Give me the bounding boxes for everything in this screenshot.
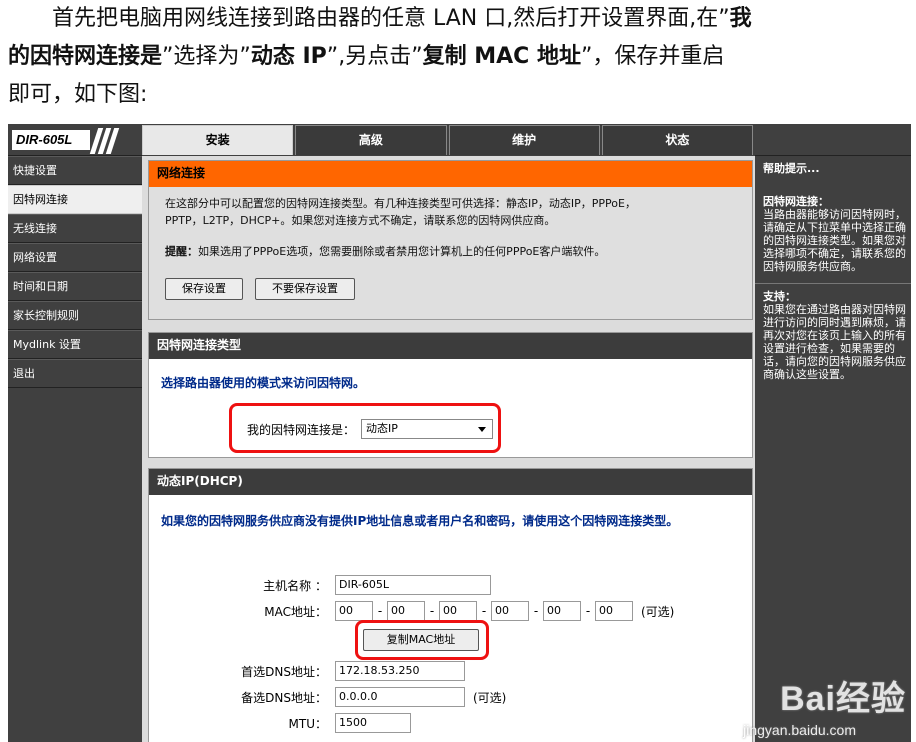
mac-separator: - (377, 604, 383, 618)
article-bold-copy-mac: 复制 MAC 地址 (422, 44, 581, 69)
tab-advanced[interactable]: 高级 (295, 125, 447, 155)
sidebar-item-quick-setup[interactable]: 快捷设置 (8, 156, 142, 185)
dynamic-ip-title: 动态IP(DHCP) (149, 469, 752, 495)
article-line-2: 的因特网连接是”选择为”动态 IP”,另点击”复制 MAC 地址”，保存并重启 (8, 38, 908, 76)
dynamic-ip-body: 如果您的因特网服务供应商没有提供IP地址信息或者用户名和密码，请使用这个因特网连… (149, 495, 752, 530)
sidebar-item-network[interactable]: 网络设置 (8, 243, 142, 272)
watermark-url: jingyan.baidu.com (743, 722, 856, 738)
connection-type-body: 选择路由器使用的模式来访问因特网。 (149, 359, 752, 392)
network-panel-body: 在这部分中可以配置您的因特网连接类型。有几种连接类型可供选择：静态IP，动态IP… (149, 187, 752, 300)
mtu-input[interactable]: 1500 (335, 713, 411, 733)
mac-separator: - (533, 604, 539, 618)
host-name-input[interactable]: DIR-605L (335, 575, 491, 595)
warning-label: 提醒： (165, 245, 198, 258)
connection-type-highlight (229, 403, 501, 453)
mac-address-label: MAC地址： (264, 604, 327, 619)
network-desc-line-1: 在这部分中可以配置您的因特网连接类型。有几种连接类型可供选择：静态IP，动态IP… (165, 197, 636, 210)
tab-setup[interactable]: 安装 (142, 125, 294, 155)
article-line1-text: 首先把电脑用网线连接到路由器的任意 LAN 口,然后打开设置界面,在” (52, 6, 730, 31)
tab-status[interactable]: 状态 (601, 125, 753, 155)
dont-save-settings-button[interactable]: 不要保存设置 (255, 278, 355, 300)
save-settings-button[interactable]: 保存设置 (165, 278, 243, 300)
router-admin-screenshot: DIR-605L 安装 高级 维护 状态 快捷设置 因特网连接 无线连接 网络设… (8, 124, 911, 742)
mtu-label: MTU： (288, 716, 327, 731)
dlink-model-logo: DIR-605L (12, 130, 90, 150)
mac-octet-4-input[interactable]: 00 (491, 601, 529, 621)
network-panel-title: 网络连接 (149, 161, 752, 187)
sidebar-item-wireless[interactable]: 无线连接 (8, 214, 142, 243)
tab-maintenance[interactable]: 维护 (448, 125, 600, 155)
warning-text: 如果选用了PPPoE选项，您需要删除或者禁用您计算机上的任何PPPoE客户端软件… (198, 245, 606, 258)
mac-separator: - (585, 604, 591, 618)
network-connection-panel: 网络连接 在这部分中可以配置您的因特网连接类型。有几种连接类型可供选择：静态IP… (148, 160, 753, 320)
mac-octet-1-input[interactable]: 00 (335, 601, 373, 621)
sidebar-item-time[interactable]: 时间和日期 (8, 272, 142, 301)
host-name-row: 主机名称 ： DIR-605L (229, 575, 491, 595)
connection-type-title: 因特网连接类型 (149, 333, 752, 359)
dynamic-ip-panel: 动态IP(DHCP) 如果您的因特网服务供应商没有提供IP地址信息或者用户名和密… (148, 468, 753, 742)
article-text-fragment: ”选择为” (162, 44, 251, 69)
help-support-text: 如果您在通过路由器对因特网进行访问的同时遇到麻烦，请再次对您在该页上输入的所有设… (763, 303, 906, 381)
connection-type-panel: 因特网连接类型 选择路由器使用的模式来访问因特网。 我的因特网连接是： 动态IP (148, 332, 753, 458)
top-navigation-filler (755, 124, 911, 156)
network-buttons: 保存设置 不要保存设置 (165, 278, 736, 300)
top-navigation: 安装 高级 维护 状态 (142, 124, 755, 156)
mac-separator: - (481, 604, 487, 618)
connection-type-prompt: 选择路由器使用的模式来访问因特网。 (161, 376, 366, 390)
sidebar: 快捷设置 因特网连接 无线连接 网络设置 时间和日期 家长控制规则 Mydlin… (8, 156, 142, 742)
article-line1-bold: 我 (729, 6, 752, 31)
logo-cell: DIR-605L (8, 124, 142, 156)
mtu-row: MTU： 1500 (229, 713, 411, 733)
article-line-3: 即可，如下图: (8, 82, 148, 107)
copy-mac-highlight (355, 620, 489, 660)
pppoe-warning: 提醒：如果选用了PPPoE选项，您需要删除或者禁用您计算机上的任何PPPoE客户… (165, 243, 736, 260)
mac-octet-3-input[interactable]: 00 (439, 601, 477, 621)
sidebar-item-internet[interactable]: 因特网连接 (8, 185, 142, 214)
dns-optional-note: (可选) (473, 690, 507, 705)
mac-separator: - (429, 604, 435, 618)
network-desc-line-2: PPTP，L2TP，DHCP+。如果您对连接方式不确定，请联系您的因特网供应商。 (165, 214, 556, 227)
secondary-dns-label: 备选DNS地址： (241, 690, 327, 705)
help-internet-text: 当路由器能够访问因特网时，请确定从下拉菜单中选择正确的因特网连接类型。如果您对选… (763, 208, 906, 273)
sidebar-item-parental[interactable]: 家长控制规则 (8, 301, 142, 330)
primary-dns-input[interactable]: 172.18.53.250 (335, 661, 465, 681)
dynamic-ip-prompt: 如果您的因特网服务供应商没有提供IP地址信息或者用户名和密码，请使用这个因特网连… (161, 514, 679, 528)
article-bold-dynamic-ip: 动态 IP (250, 44, 327, 69)
mac-optional-note: (可选) (641, 604, 675, 619)
help-title: 帮助提示... (763, 162, 820, 175)
article-text-fragment: ”，保存并重启 (580, 44, 725, 69)
help-divider (755, 283, 911, 284)
mac-address-row: MAC地址： 00 - 00 - 00 - 00 - 00 - 00 (可选) (229, 601, 674, 621)
sidebar-item-logout[interactable]: 退出 (8, 359, 142, 388)
secondary-dns-row: 备选DNS地址： 0.0.0.0 (可选) (229, 687, 506, 707)
help-internet-title: 因特网连接： (763, 195, 829, 208)
main-content: 网络连接 在这部分中可以配置您的因特网连接类型。有几种连接类型可供选择：静态IP… (142, 156, 755, 742)
mac-octet-2-input[interactable]: 00 (387, 601, 425, 621)
article-text-fragment: ”,另点击” (326, 44, 423, 69)
primary-dns-row: 首选DNS地址： 172.18.53.250 (229, 661, 465, 681)
article-bold-connection: 的因特网连接是 (8, 44, 163, 69)
mac-octet-5-input[interactable]: 00 (543, 601, 581, 621)
mac-octet-6-input[interactable]: 00 (595, 601, 633, 621)
baidu-jingyan-watermark: Bai经验 (780, 680, 906, 718)
help-support-title: 支持： (763, 290, 796, 303)
secondary-dns-input[interactable]: 0.0.0.0 (335, 687, 465, 707)
help-sidebar: 帮助提示... 因特网连接： 当路由器能够访问因特网时，请确定从下拉菜单中选择正… (755, 156, 911, 742)
sidebar-item-mydlink[interactable]: Mydlink 设置 (8, 330, 142, 359)
primary-dns-label: 首选DNS地址： (241, 664, 327, 679)
article-line-1: 首先把电脑用网线连接到路由器的任意 LAN 口,然后打开设置界面,在”我 (8, 0, 908, 38)
host-name-label: 主机名称 ： (263, 578, 327, 593)
